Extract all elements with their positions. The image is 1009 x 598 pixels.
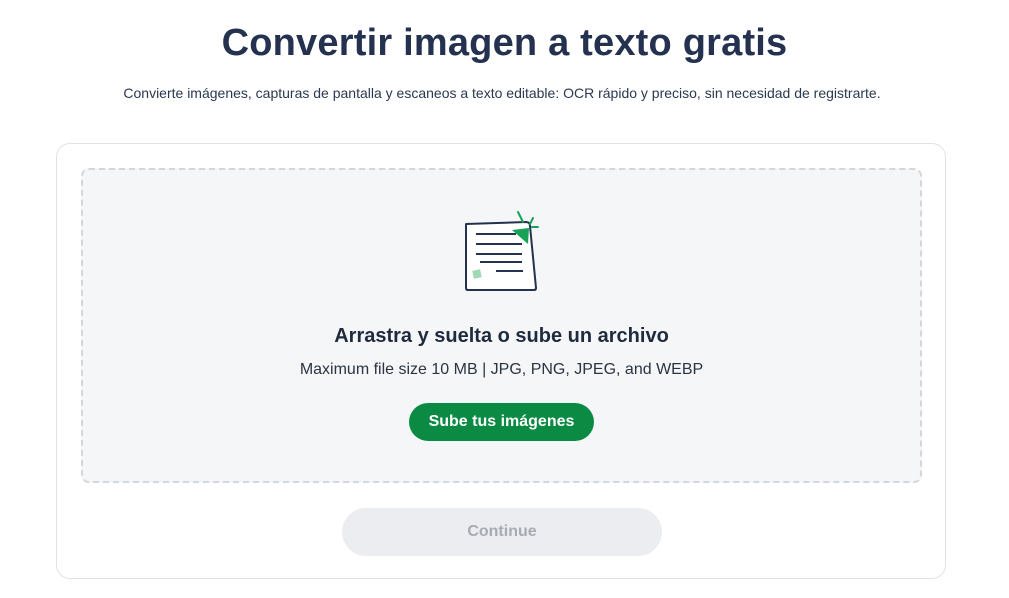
ocr-page: Convertir imagen a texto gratis Conviert… — [0, 0, 1009, 598]
dropzone-title: Arrastra y suelta o sube un archivo — [334, 325, 669, 347]
page-title: Convertir imagen a texto gratis — [221, 22, 788, 64]
continue-button[interactable]: Continue — [342, 508, 662, 556]
file-requirements: Maximum file size 10 MB | JPG, PNG, JPEG… — [299, 361, 704, 378]
document-text-icon — [465, 211, 539, 291]
upload-images-button[interactable]: Sube tus imágenes — [409, 403, 594, 441]
page-subtitle: Convierte imágenes, capturas de pantalla… — [123, 85, 881, 101]
